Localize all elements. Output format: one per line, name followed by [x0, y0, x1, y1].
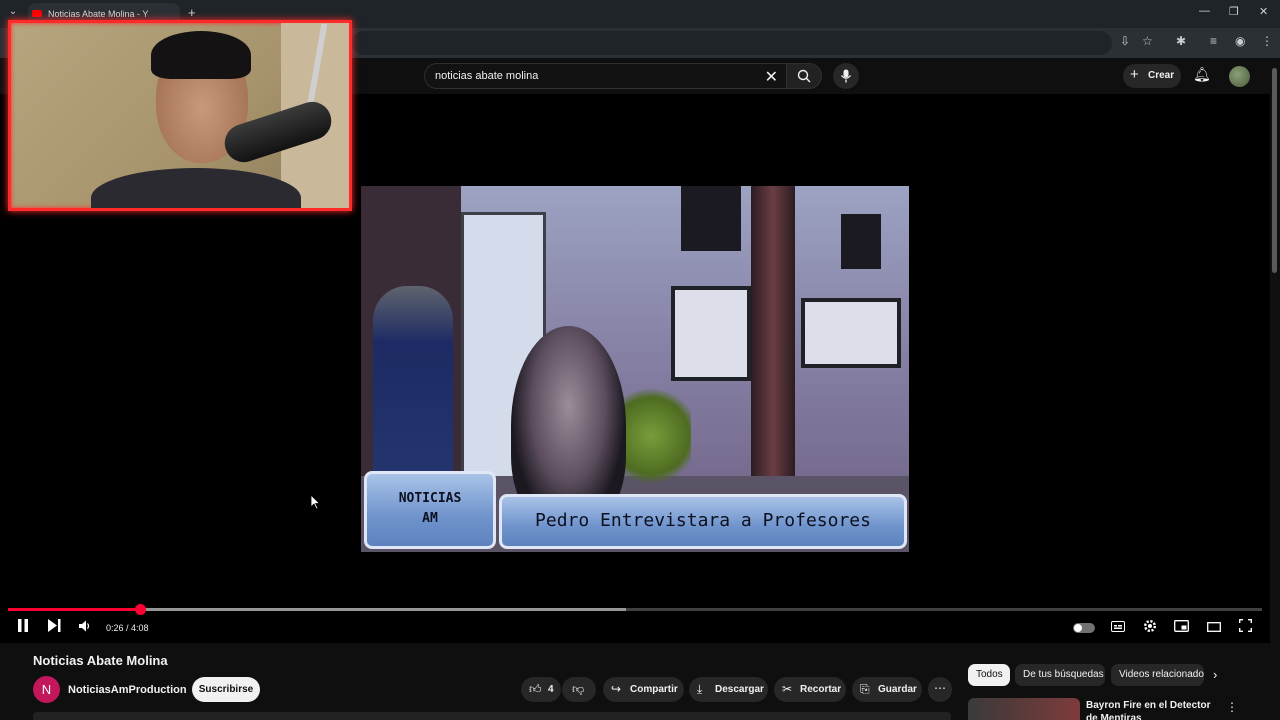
search-icon [797, 69, 811, 83]
webcam-person-body [91, 168, 301, 208]
gear-icon [1143, 619, 1157, 633]
download-label: Descargar [715, 684, 764, 695]
description-box[interactable] [33, 712, 951, 720]
download-icon: ⤓ [697, 682, 703, 696]
thumbs-down-icon: 👎︎ [572, 682, 585, 696]
subtitles-button[interactable] [1111, 619, 1125, 635]
save-label: Guardar [878, 684, 917, 695]
page-scrollbar[interactable] [1270, 58, 1280, 720]
address-bar[interactable] [352, 31, 1112, 55]
recommendation-thumbnail[interactable] [968, 698, 1080, 720]
scissors-icon: ✂ [782, 682, 793, 696]
pause-icon [18, 619, 28, 632]
miniplayer-icon [1174, 620, 1189, 632]
screen: ⌄ Noticias Abate Molina - YouTube + — ❐ … [0, 0, 1280, 720]
scene-upper-window [681, 186, 741, 251]
bookmark-icon: ⎘ [860, 682, 870, 696]
browser-menu-icon[interactable]: ⋮ [1261, 34, 1273, 48]
share-button[interactable]: ↪ Compartir [603, 677, 684, 702]
next-button[interactable] [48, 619, 61, 635]
video-frame[interactable]: NOTICIAS AM Pedro Entrevistara a Profeso… [361, 186, 909, 552]
pause-button[interactable] [17, 619, 29, 635]
chips-next-chevron-icon[interactable]: › [1213, 667, 1217, 682]
close-window-button[interactable]: ✕ [1259, 5, 1268, 18]
recommendation-more-icon[interactable]: ⋮ [1226, 700, 1238, 714]
plus-icon: + [1130, 66, 1139, 83]
scrollbar-thumb[interactable] [1272, 68, 1277, 273]
notifications-bell-icon[interactable]: 🔔︎ [1193, 66, 1211, 83]
like-count: 4 [548, 684, 554, 695]
restore-window-button[interactable]: ❐ [1229, 5, 1239, 18]
create-label: Crear [1148, 70, 1175, 81]
caption-logo-line2: AM [422, 511, 438, 526]
install-app-icon[interactable]: ⇩ [1120, 34, 1130, 48]
autoplay-toggle[interactable] [1073, 623, 1095, 633]
dislike-button[interactable]: 👎︎ [562, 677, 596, 702]
progress-bar[interactable] [8, 604, 1262, 615]
microphone-icon [840, 69, 852, 83]
scene-notice-board [671, 286, 751, 381]
minimize-window-button[interactable]: — [1199, 5, 1210, 17]
scene-notice-board [801, 298, 901, 368]
thumbs-up-icon: 👍︎ [529, 682, 542, 696]
voice-search-button[interactable] [833, 63, 859, 89]
miniplayer-button[interactable] [1174, 619, 1189, 635]
tab-title: Noticias Abate Molina - YouTube [48, 9, 148, 19]
fullscreen-button[interactable] [1239, 619, 1252, 635]
settings-button[interactable] [1143, 619, 1157, 636]
search-query: noticias abate molina [435, 70, 539, 82]
new-tab-button[interactable]: + [188, 5, 196, 20]
scene-person-background [373, 286, 453, 476]
youtube-favicon-icon [32, 10, 42, 17]
channel-avatar[interactable]: N [33, 676, 60, 703]
search-button[interactable] [786, 63, 822, 89]
subscribe-button[interactable]: Suscribirse [192, 677, 260, 702]
share-arrow-icon: ↪ [611, 682, 622, 696]
progress-played [8, 608, 140, 611]
chip-related[interactable]: Videos relacionados [1111, 664, 1204, 686]
share-label: Compartir [630, 684, 678, 695]
webcam-overlay [8, 20, 352, 211]
clip-label: Recortar [800, 684, 842, 695]
save-button[interactable]: ⎘ Guardar [852, 677, 922, 702]
autoplay-knob [1074, 624, 1082, 632]
clip-button[interactable]: ✂ Recortar [774, 677, 846, 702]
media-control-icon[interactable]: ≡ [1210, 34, 1217, 48]
like-button[interactable]: 👍︎ 4 [521, 677, 561, 702]
subtitles-icon [1111, 621, 1125, 632]
chip-from-searches[interactable]: De tus búsquedas [1015, 664, 1105, 686]
account-avatar[interactable] [1229, 66, 1250, 87]
clear-search-icon[interactable]: ✕ [765, 67, 778, 87]
fullscreen-icon [1239, 619, 1252, 632]
webcam-person-hair [151, 31, 251, 79]
progress-scrubber-handle[interactable] [134, 604, 146, 615]
extensions-puzzle-icon[interactable]: ✱ [1176, 34, 1186, 48]
chip-all[interactable]: Todos [968, 664, 1010, 686]
channel-name[interactable]: NoticiasAmProduction [68, 684, 187, 696]
profile-icon[interactable]: ◉ [1235, 34, 1245, 48]
next-icon [48, 619, 61, 632]
caption-logo-line1: NOTICIAS [398, 491, 462, 506]
bookmark-star-icon[interactable]: ☆ [1142, 34, 1153, 48]
create-button[interactable]: + Crear [1123, 64, 1181, 88]
theater-icon [1207, 622, 1221, 632]
mouse-cursor-icon [311, 495, 321, 510]
caption-headline: Pedro Entrevistara a Profesores [499, 494, 907, 549]
more-actions-button[interactable]: ⋯ [928, 677, 952, 702]
search-input[interactable]: noticias abate molina ✕ [424, 63, 786, 89]
theater-mode-button[interactable] [1207, 619, 1221, 635]
video-title: Noticias Abate Molina [33, 653, 168, 668]
caption-logo-box: NOTICIAS AM [364, 471, 496, 549]
download-button[interactable]: ⤓ Descargar [689, 677, 768, 702]
scene-upper-window [841, 214, 881, 269]
more-horizontal-icon: ⋯ [934, 681, 946, 695]
time-display: 0:26 / 4:08 [106, 623, 149, 633]
volume-icon [79, 620, 90, 632]
recommendation-title[interactable]: Bayron Fire en el Detector de Mentiras [1086, 699, 1216, 720]
scene-column [751, 186, 795, 486]
volume-button[interactable] [79, 619, 91, 635]
